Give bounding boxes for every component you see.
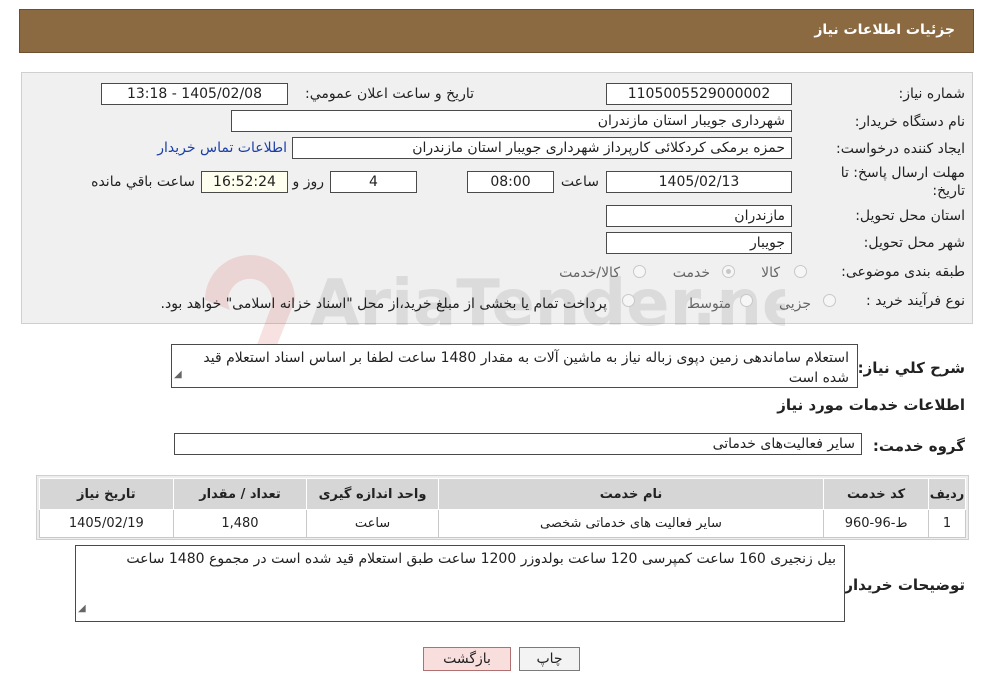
announce-label: تاريخ و ساعت اعلان عمومي: (305, 86, 474, 102)
creator-field: حمزه برمکی کردکلائی کارپرداز شهرداری جوی… (292, 137, 792, 159)
process-label: نوع فرآیند خرید : (866, 293, 965, 309)
process-medium-label: متوسط (687, 296, 731, 312)
services-section-title: اطلاعات خدمات مورد نياز (777, 396, 965, 414)
resize-handle-icon: ◢ (78, 603, 86, 614)
category-service-radio[interactable] (722, 265, 735, 278)
cell-need-date: 1405/02/19 (39, 509, 174, 538)
buyer-notes-textarea[interactable]: بیل زنجیری 160 ساعت کمپرسی 120 ساعت بولد… (75, 545, 845, 622)
services-table: رديف کد خدمت نام خدمت واحد اندازه گيری ت… (39, 478, 966, 538)
buyer-notes-label: توضيحات خريدار: (838, 576, 965, 594)
cell-unit: ساعت (306, 509, 439, 538)
cell-quantity: 1,480 (172, 509, 308, 538)
deadline-label-1: مهلت ارسال پاسخ: تا (840, 165, 965, 181)
table-row: 1 ط-96-960 سایر فعالیت های خدماتی شخصی س… (39, 509, 966, 538)
remaining-label: ساعت باقي مانده (91, 174, 195, 190)
contact-buyer-link[interactable]: اطلاعات تماس خریدار (157, 140, 287, 156)
col-service-name: نام خدمت (437, 478, 825, 510)
description-text: استعلام ساماندهی زمین دپوی زباله نیاز به… (203, 350, 849, 386)
treasury-checkbox[interactable] (622, 294, 635, 307)
deadline-time-field: 08:00 (467, 171, 554, 193)
buyer-notes-text: بیل زنجیری 160 ساعت کمپرسی 120 ساعت بولد… (126, 551, 836, 567)
resize-handle-icon: ◢ (174, 369, 182, 380)
col-quantity: تعداد / مقدار (172, 478, 308, 510)
deadline-hour-label: ساعت (560, 174, 599, 190)
deadline-label-2: تاریخ: (932, 183, 965, 199)
process-medium-radio[interactable] (740, 294, 753, 307)
process-minor-radio[interactable] (823, 294, 836, 307)
process-note: پرداخت تمام یا بخشی از مبلغ خرید،از محل … (160, 296, 607, 312)
need-number-label: شماره نیاز: (898, 86, 966, 102)
category-label: طبقه بندی موضوعی: (841, 264, 965, 280)
category-both-radio[interactable] (633, 265, 646, 278)
category-goods-label: کالا (761, 265, 780, 281)
cell-service-code: ط-96-960 (823, 509, 930, 538)
process-minor-label: جزیی (779, 296, 811, 312)
cell-row-number: 1 (928, 509, 966, 538)
description-label: شرح کلي نياز: (857, 359, 965, 377)
buyer-org-label: نام دستگاه خریدار: (854, 114, 965, 130)
table-header-row: رديف کد خدمت نام خدمت واحد اندازه گيری ت… (39, 478, 966, 510)
service-group-field: سایر فعالیت‌های خدماتی (174, 433, 862, 455)
cell-service-name: سایر فعالیت های خدماتی شخصی (437, 509, 825, 538)
back-button[interactable]: بازگشت (423, 647, 511, 671)
col-service-code: کد خدمت (823, 478, 930, 510)
city-label: شهر محل تحویل: (863, 235, 965, 251)
deadline-date-field: 1405/02/13 (606, 171, 792, 193)
need-number-field: 1105005529000002 (606, 83, 792, 105)
category-service-label: خدمت (672, 265, 710, 281)
page-header: جزئیات اطلاعات نیاز (19, 9, 974, 53)
city-field: جویبار (606, 232, 792, 254)
col-row-number: رديف (928, 478, 966, 510)
col-unit: واحد اندازه گيری (306, 478, 439, 510)
description-textarea[interactable]: استعلام ساماندهی زمین دپوی زباله نیاز به… (171, 344, 858, 388)
col-need-date: تاريخ نياز (39, 478, 174, 510)
creator-label: ایجاد کننده درخواست: (836, 141, 965, 157)
remaining-time-field: 16:52:24 (201, 171, 288, 193)
print-button[interactable]: چاپ (519, 647, 580, 671)
category-goods-radio[interactable] (794, 265, 807, 278)
province-field: مازندران (606, 205, 792, 227)
province-label: استان محل تحویل: (855, 208, 965, 224)
days-field: 4 (330, 171, 417, 193)
category-both-label: کالا/خدمت (559, 265, 620, 281)
page-title: جزئیات اطلاعات نیاز (814, 22, 955, 38)
days-label: روز و (292, 174, 325, 190)
announce-field: 1405/02/08 - 13:18 (101, 83, 288, 105)
service-group-label: گروه خدمت: (872, 437, 965, 455)
buyer-org-field: شهرداری جویبار استان مازندران (231, 110, 792, 132)
